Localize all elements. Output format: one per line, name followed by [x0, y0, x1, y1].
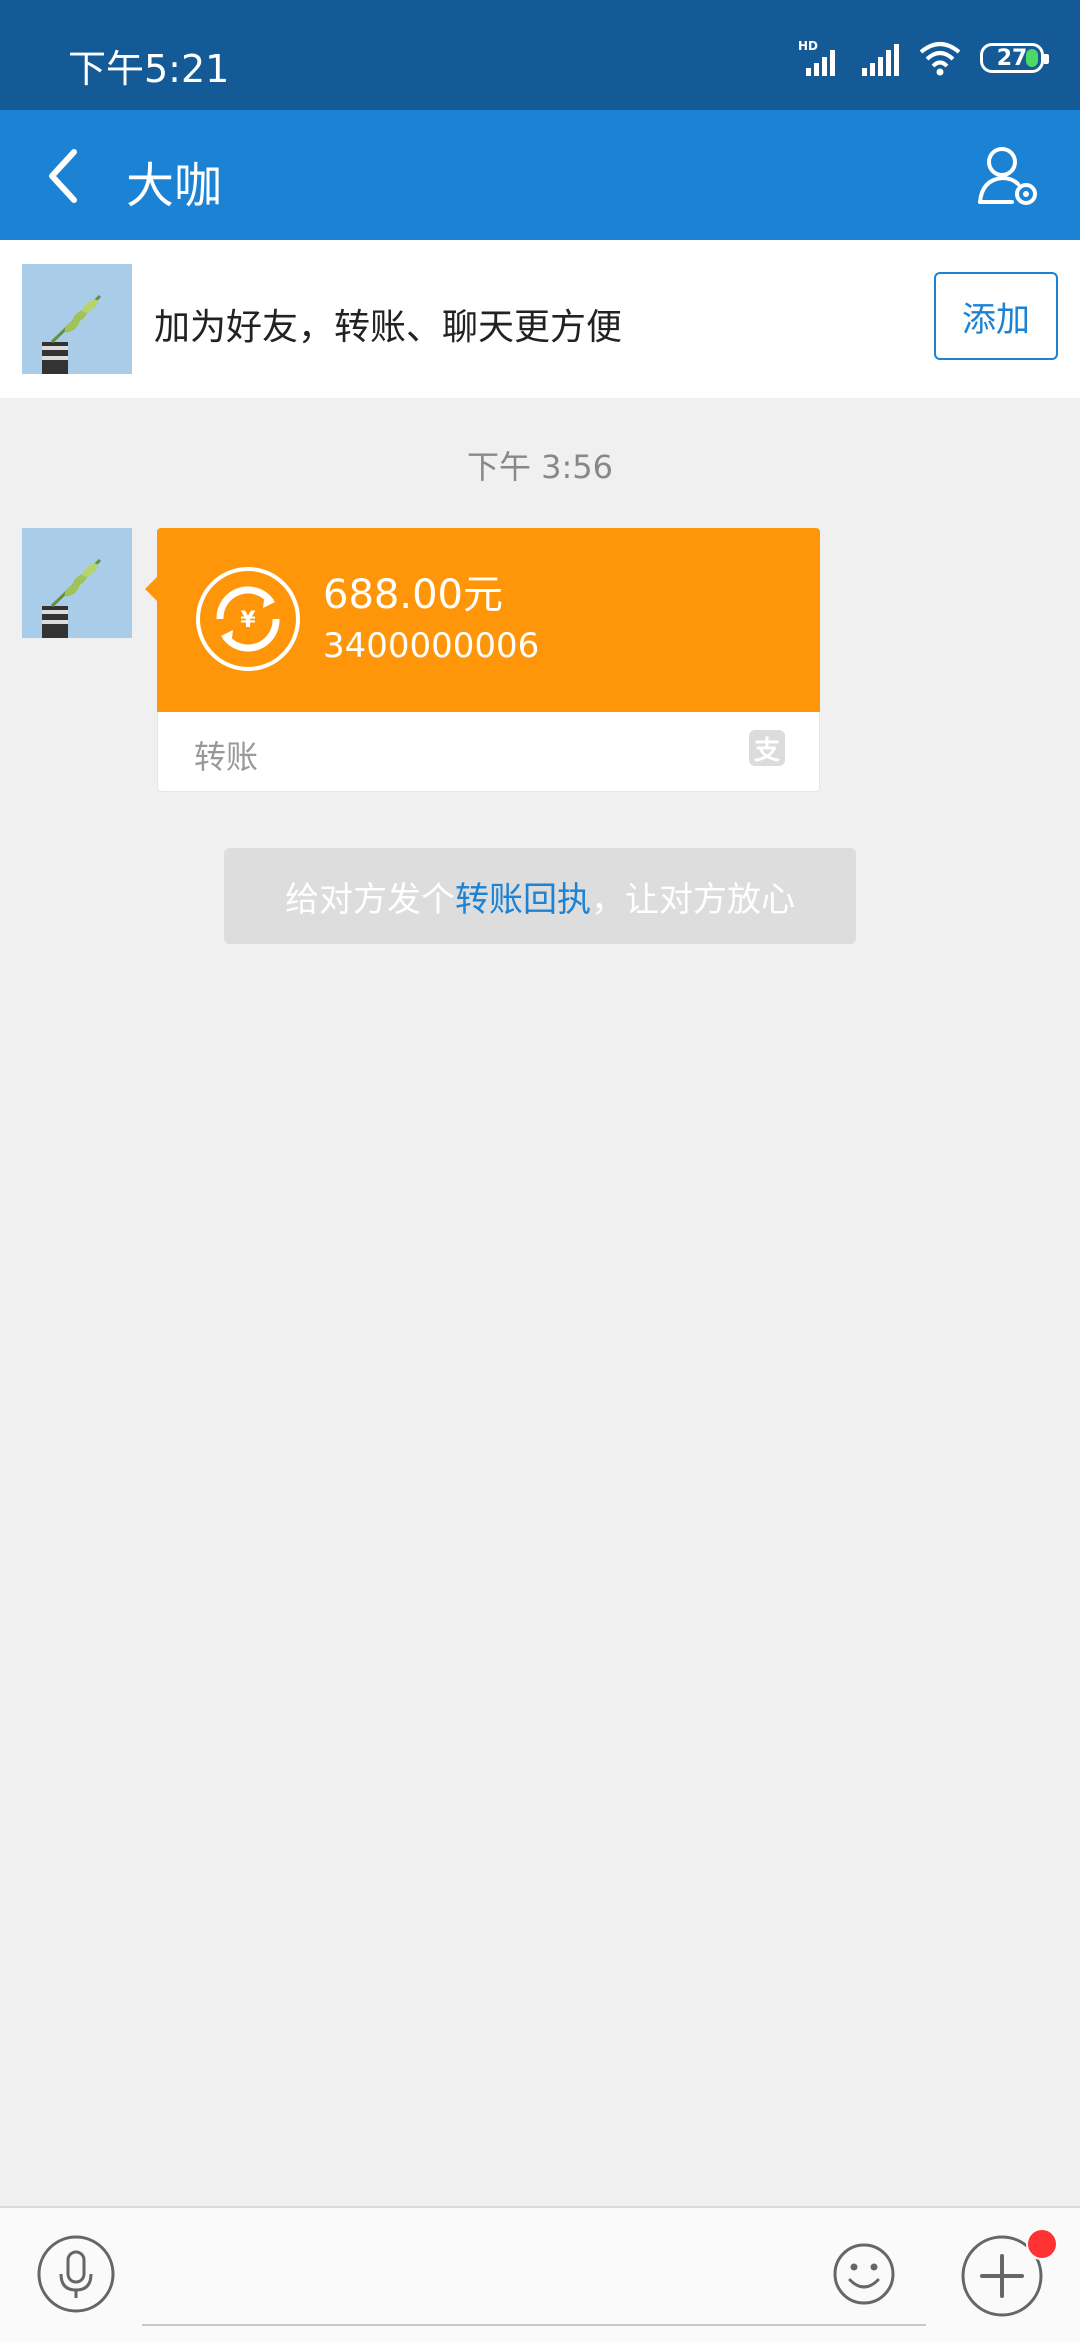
- transfer-label: 转账: [194, 738, 259, 776]
- profile-settings-icon[interactable]: [976, 144, 1040, 208]
- status-time: 下午5:21: [68, 47, 230, 91]
- notification-dot: [1026, 2228, 1058, 2260]
- mic-icon[interactable]: [36, 2234, 116, 2314]
- add-friend-text: 加为好友，转账、聊天更方便: [154, 307, 623, 348]
- transfer-yuan-icon: ¥: [196, 567, 300, 671]
- transfer-message-card[interactable]: ¥ 688.00元 3400000006 转账 支: [145, 528, 820, 792]
- battery-level: 27: [996, 45, 1028, 71]
- page-title: 大咖: [126, 158, 223, 214]
- sender-avatar[interactable]: [22, 528, 132, 638]
- transfer-amount: 688.00元: [323, 572, 503, 618]
- notice-suffix: ，让对方放心: [591, 879, 795, 920]
- status-bar: 下午5:21 HD 27: [0, 0, 1080, 110]
- notice-prefix: 给对方发个: [285, 879, 455, 920]
- hd-signal-icon: HD: [798, 39, 835, 76]
- wifi-icon: [919, 42, 961, 76]
- transfer-card-footer: 转账 支: [157, 712, 820, 792]
- message-timestamp: 下午 3:56: [466, 448, 614, 486]
- title-bar: 大咖: [0, 110, 1080, 240]
- battery-icon: 27: [980, 43, 1049, 73]
- status-icons: HD 27: [798, 36, 1049, 80]
- back-arrow-icon[interactable]: [36, 146, 96, 206]
- emoji-icon[interactable]: [832, 2242, 896, 2306]
- add-friend-banner: 加为好友，转账、聊天更方便 添加: [0, 240, 1080, 398]
- transfer-receipt-link[interactable]: 转账回执: [455, 872, 591, 921]
- transfer-subtitle: 3400000006: [323, 626, 540, 666]
- svg-text:¥: ¥: [240, 608, 256, 633]
- transfer-card-header: ¥ 688.00元 3400000006: [145, 528, 820, 712]
- message-input[interactable]: [142, 2234, 926, 2326]
- svg-text:HD: HD: [798, 39, 818, 53]
- signal-icon: [862, 44, 899, 76]
- alipay-icon: 支: [749, 730, 785, 766]
- receipt-notice: 给对方发个 转账回执 ，让对方放心: [224, 848, 856, 944]
- input-bar: [0, 2206, 1080, 2342]
- add-friend-button[interactable]: 添加: [934, 272, 1058, 360]
- avatar[interactable]: [22, 264, 132, 374]
